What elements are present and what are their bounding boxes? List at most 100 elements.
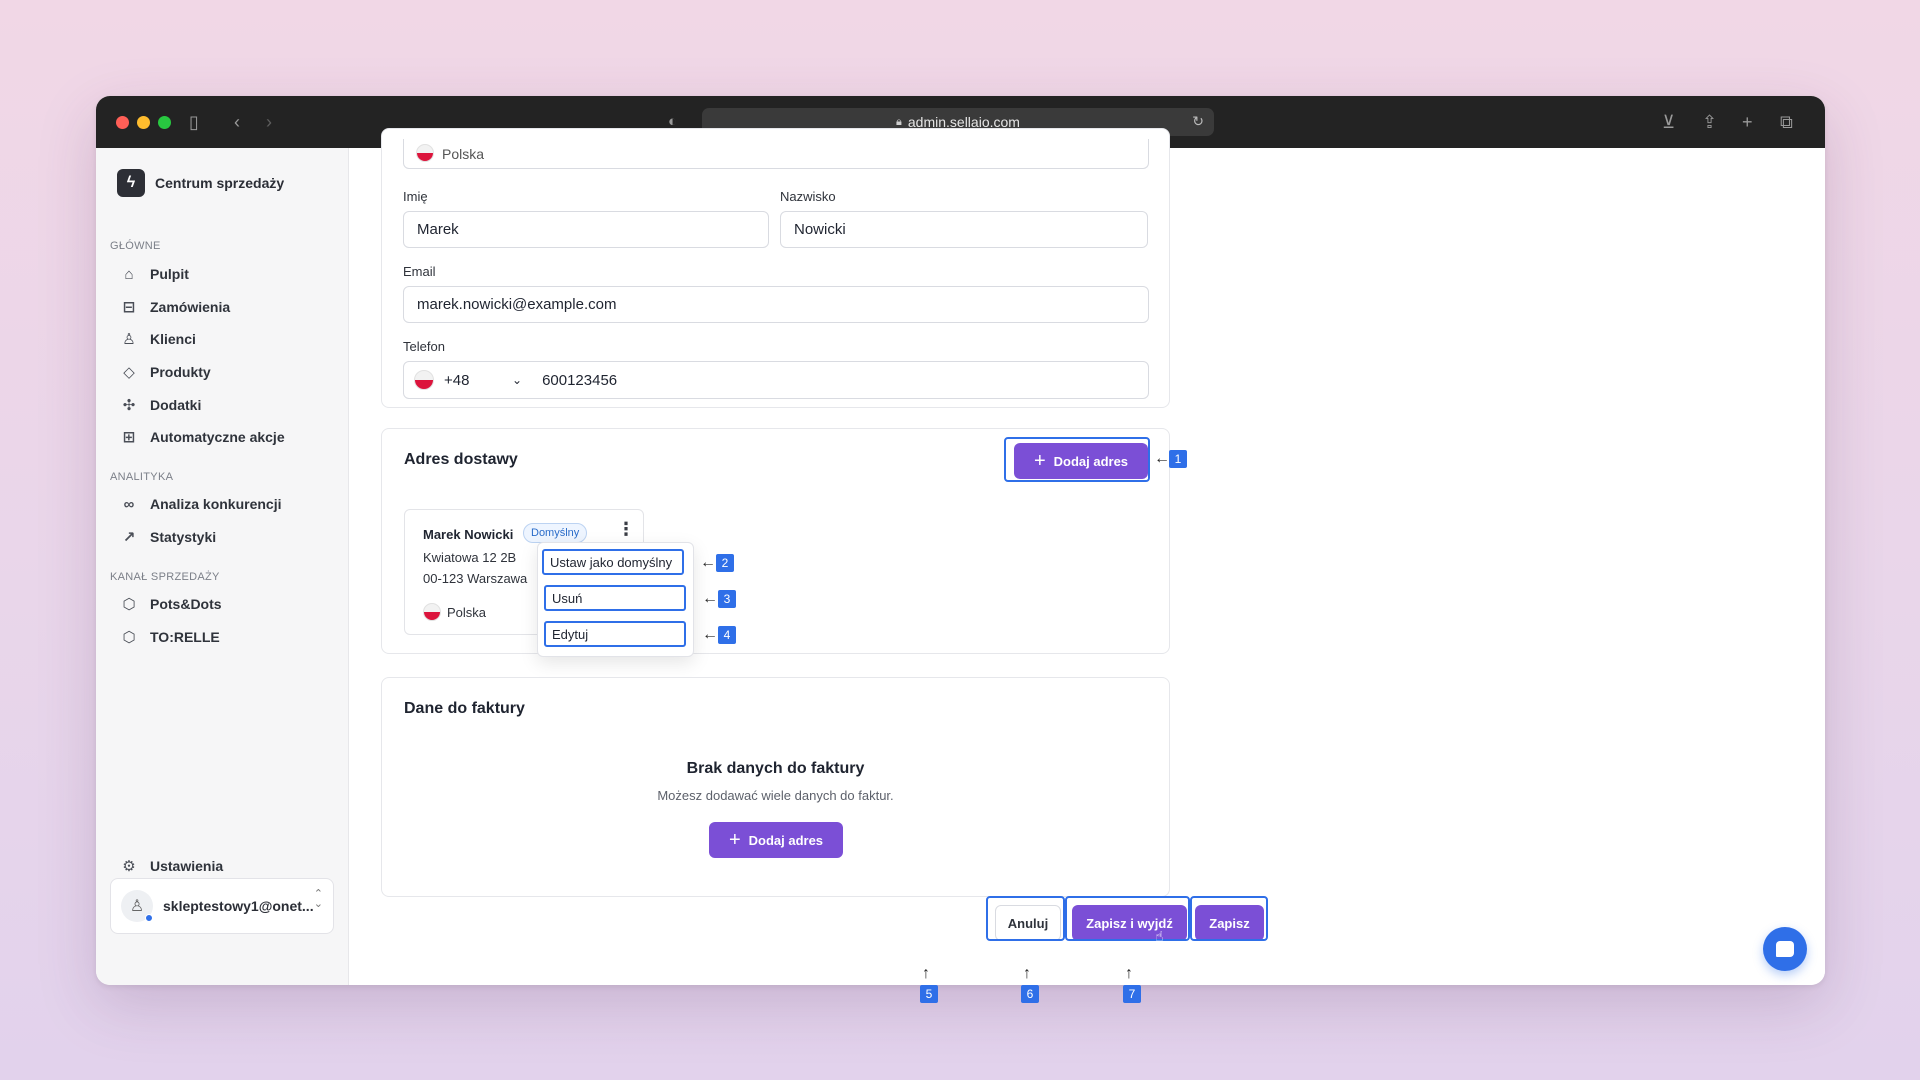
annotation-label-3: 3 <box>718 590 736 608</box>
sidebar-item-zamowienia[interactable]: ⊟ Zamówienia <box>120 294 230 320</box>
last-name-field[interactable]: Nowicki <box>780 211 1148 248</box>
download-icon[interactable]: ⊻ <box>1662 110 1675 134</box>
default-badge: Domyślny <box>523 523 588 543</box>
sidebar-item-label: Automatyczne akcje <box>150 429 285 445</box>
sidebar-item-label: Statystyki <box>150 529 217 545</box>
store-icon: ⬡ <box>122 629 136 646</box>
minimize-window-button[interactable] <box>137 116 150 129</box>
store-icon: ⬡ <box>122 596 136 613</box>
arrow-left-icon: ← <box>1154 450 1170 467</box>
brand-logo-icon: ϟ <box>117 169 145 197</box>
close-window-button[interactable] <box>116 116 129 129</box>
sidebar-item-ustawienia[interactable]: ⚙ Ustawienia <box>120 853 223 879</box>
country-select-value: Polska <box>442 146 485 162</box>
invoice-data-card: Dane do faktury Brak danych do faktury M… <box>381 677 1170 897</box>
sidebar-item-label: Klienci <box>150 331 196 347</box>
more-vertical-icon[interactable]: ⋮ <box>617 520 635 538</box>
invoice-add-address-label: Dodaj adres <box>748 832 824 848</box>
tag-icon: ◇ <box>123 364 135 381</box>
annotation-label-5: 5 <box>920 985 938 1003</box>
sidebar-item-pots-dots[interactable]: ⬡ Pots&Dots <box>120 591 222 617</box>
sidebar-item-label: Pots&Dots <box>150 596 222 612</box>
browser-window: ▯ ‹ › ◐ 🔒︎ admin.sellaio.com ↻ ⊻ ⇪ + ⧉ ϟ… <box>96 96 1825 985</box>
section-label-main: GŁÓWNE <box>110 240 161 252</box>
chat-support-button[interactable] <box>1763 927 1807 971</box>
user-icon: ♙ <box>129 898 145 915</box>
address-street: Kwiatowa 12 2B <box>423 550 517 565</box>
annotation-label-7: 7 <box>1123 985 1141 1003</box>
invoice-title: Dane do faktury <box>404 700 525 717</box>
sidebar: ϟ Centrum sprzedaży GŁÓWNE ⌂ Pulpit ⊟ Za… <box>96 148 349 985</box>
pointer-cursor-icon: ☝ <box>1155 928 1164 944</box>
brand[interactable]: ϟ Centrum sprzedaży <box>117 169 284 197</box>
forward-icon[interactable]: › <box>266 110 272 134</box>
binoculars-icon: ∞ <box>123 495 135 513</box>
sidebar-item-torelle[interactable]: ⬡ TO:RELLE <box>120 624 220 650</box>
address-actions-menu: Ustaw jako domyślny Usuń Edytuj <box>537 542 694 657</box>
account-switcher[interactable]: ♙ skleptestowy1@onet... ⌃ ⌄ <box>110 878 334 934</box>
phone-field[interactable]: +48 ⌄ 600123456 <box>403 361 1149 399</box>
arrow-left-icon: ← <box>702 590 718 607</box>
menu-item-delete[interactable]: Usuń <box>544 585 686 611</box>
maximize-window-button[interactable] <box>158 116 171 129</box>
menu-item-set-default[interactable]: Ustaw jako domyślny <box>542 549 684 575</box>
section-label-analytics: ANALITYKA <box>110 471 174 483</box>
arrow-left-icon: ← <box>700 554 716 571</box>
last-name-label: Nazwisko <box>780 189 836 204</box>
phone-value: 600123456 <box>542 371 618 389</box>
workflow-icon: ⊞ <box>122 429 136 446</box>
lock-icon: 🔒︎ <box>896 115 902 128</box>
sidebar-item-label: Pulpit <box>150 266 189 282</box>
share-icon[interactable]: ⇪ <box>1702 110 1717 134</box>
email-field[interactable]: marek.nowicki@example.com <box>403 286 1149 323</box>
phone-country-code[interactable]: +48 <box>444 372 504 389</box>
sidebar-item-label: Produkty <box>150 364 211 380</box>
email-value: marek.nowicki@example.com <box>417 296 617 313</box>
sidebar-item-pulpit[interactable]: ⌂ Pulpit <box>120 261 189 287</box>
chevron-updown-icon: ⌃ ⌄ <box>313 888 323 910</box>
back-icon[interactable]: ‹ <box>234 110 240 134</box>
sidebar-item-label: Dodatki <box>150 397 202 413</box>
main-content: Polska Imię Marek Nazwisko Nowicki Email… <box>349 128 1825 985</box>
arrow-up-icon: ↑ <box>1023 965 1031 982</box>
sidebar-item-automatyczne-akcje[interactable]: ⊞ Automatyczne akcje <box>120 424 285 450</box>
sidebar-item-label: TO:RELLE <box>150 629 220 645</box>
section-label-sales-channel: KANAŁ SPRZEDAŻY <box>110 571 220 583</box>
shipping-address-card: Adres dostawy + Dodaj adres ← 1 Marek No… <box>381 428 1187 657</box>
avatar: ♙ <box>121 890 153 922</box>
sidebar-item-produkty[interactable]: ◇ Produkty <box>120 359 211 385</box>
invoice-add-address-button[interactable]: + Dodaj adres <box>709 822 843 858</box>
sidebar-item-statystyki[interactable]: ↗ Statystyki <box>120 524 216 550</box>
puzzle-icon: ✣ <box>122 397 136 414</box>
annotation-label-6: 6 <box>1021 985 1039 1003</box>
annotation-box-1 <box>1004 437 1150 482</box>
chevron-down-icon[interactable]: ⌄ <box>512 373 522 387</box>
trending-up-icon: ↗ <box>122 529 136 546</box>
plus-icon: + <box>728 829 741 851</box>
invoice-empty-title: Brak danych do faktury <box>686 760 865 777</box>
first-name-value: Marek <box>417 221 459 238</box>
reload-icon[interactable]: ↻ <box>1192 113 1204 130</box>
sidebar-toggle-icon[interactable]: ▯ <box>189 110 199 134</box>
poland-flag-icon <box>423 603 441 621</box>
annotation-box-7 <box>1190 896 1268 941</box>
window-controls <box>116 116 171 129</box>
country-select[interactable]: Polska <box>403 139 1149 169</box>
address-country-label: Polska <box>447 604 487 620</box>
sidebar-item-dodatki[interactable]: ✣ Dodatki <box>120 392 202 418</box>
email-label: Email <box>403 264 436 279</box>
address-country: Polska <box>423 603 486 621</box>
inbox-icon: ⊟ <box>122 299 136 316</box>
new-tab-icon[interactable]: + <box>1742 110 1753 134</box>
sidebar-item-klienci[interactable]: ♙ Klienci <box>120 326 196 352</box>
tabs-overview-icon[interactable]: ⧉ <box>1780 110 1793 134</box>
poland-flag-icon <box>414 370 434 390</box>
chat-icon <box>1776 941 1794 957</box>
sidebar-item-analiza-konkurencji[interactable]: ∞ Analiza konkurencji <box>120 491 282 517</box>
first-name-field[interactable]: Marek <box>403 211 769 248</box>
address-name: Marek Nowicki <box>423 527 514 542</box>
annotation-label-2: 2 <box>716 554 734 572</box>
menu-item-edit[interactable]: Edytuj <box>544 621 686 647</box>
annotation-box-6 <box>1065 896 1190 941</box>
sidebar-item-label: Ustawienia <box>150 858 224 874</box>
